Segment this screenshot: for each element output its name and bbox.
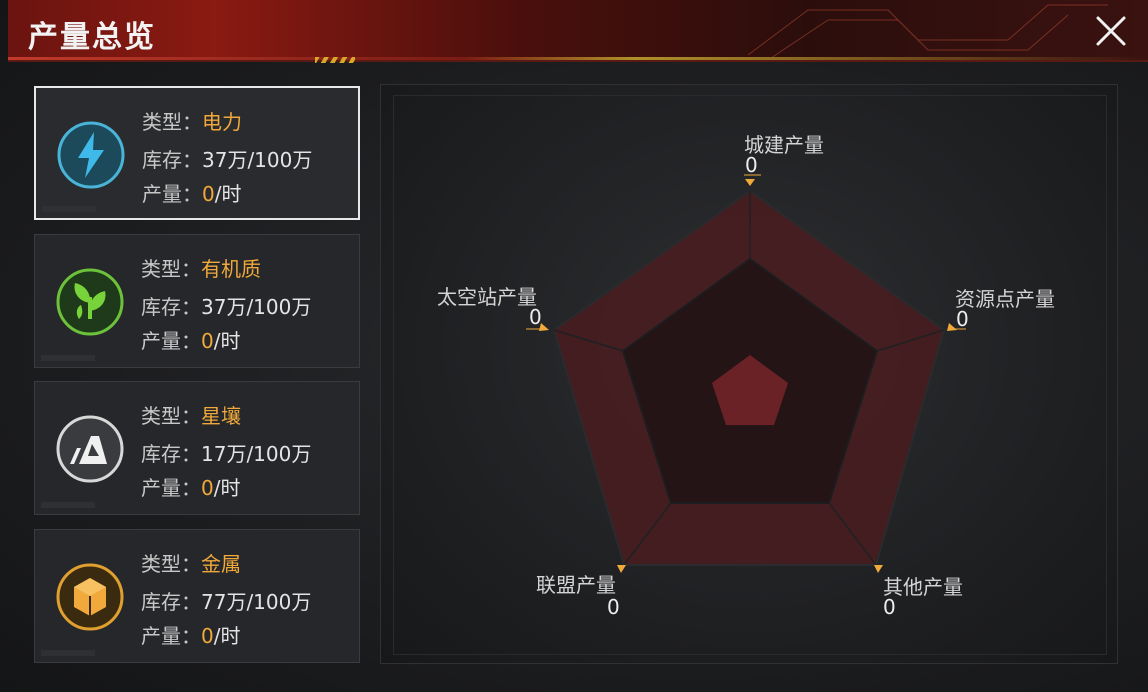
resource-output: 0: [201, 624, 214, 648]
radar-value-city: 0: [745, 153, 758, 177]
resource-name: 金属: [201, 552, 241, 576]
radar-value-alliance: 0: [607, 595, 620, 619]
axis-marker: [874, 565, 883, 573]
resource-output-row: 产量：0/时: [141, 624, 241, 648]
resource-output-row: 产量：0/时: [141, 329, 241, 353]
resource-card-metal[interactable]: 类型：金属 库存：77万/100万 产量：0/时: [34, 529, 360, 663]
resource-card-star-soil[interactable]: 类型：星壤 库存：17万/100万 产量：0/时: [34, 381, 360, 515]
lightning-icon: [57, 121, 125, 189]
resource-type-row: 类型：星壤: [141, 404, 241, 428]
radar-label-space-station: 太空站产量: [437, 285, 537, 309]
leaf-icon: [56, 268, 124, 336]
axis-marker: [745, 179, 755, 186]
resource-stock: 37万/100万: [201, 295, 312, 319]
radar-panel: 城建产量 0 资源点产量 0 其他产量 0 联盟产量 0 太空站产量 0: [380, 84, 1118, 664]
production-overview-window: 产量总览 类型：电力 库存：37万/100万 产量：0/时 类型：有机质 库存：…: [0, 0, 1148, 692]
card-tag: [42, 206, 96, 212]
resource-output: 0: [201, 329, 214, 353]
axis-marker: [617, 565, 626, 573]
hazard-stripe: [315, 57, 355, 63]
page-title: 产量总览: [28, 20, 156, 55]
resource-stock: 17万/100万: [201, 442, 312, 466]
title-bar: 产量总览: [8, 0, 1148, 62]
resource-type-row: 类型：电力: [142, 110, 242, 134]
resource-output: 0: [202, 182, 215, 206]
resource-output-row: 产量：0/时: [142, 182, 242, 206]
radar-value-space-station: 0: [529, 305, 542, 329]
resource-card-power[interactable]: 类型：电力 库存：37万/100万 产量：0/时: [34, 86, 360, 220]
radar-value-other: 0: [883, 595, 896, 619]
resource-type-row: 类型：有机质: [141, 257, 261, 281]
radar-label-alliance: 联盟产量: [536, 573, 616, 597]
resource-card-organic[interactable]: 类型：有机质 库存：37万/100万 产量：0/时: [34, 234, 360, 368]
metal-cube-icon: [56, 563, 124, 631]
close-icon[interactable]: [1094, 14, 1128, 48]
resource-stock-row: 库存：77万/100万: [141, 590, 312, 614]
resource-name: 星壤: [201, 404, 241, 428]
card-tag: [41, 650, 95, 656]
header-decoration: [748, 4, 1108, 60]
resource-stock: 37万/100万: [202, 148, 313, 172]
resource-type-row: 类型：金属: [141, 552, 241, 576]
resource-stock-row: 库存：17万/100万: [141, 442, 312, 466]
resource-output: 0: [201, 476, 214, 500]
card-tag: [41, 502, 95, 508]
radar-label-resource-point: 资源点产量: [955, 287, 1055, 311]
resource-output-row: 产量：0/时: [141, 476, 241, 500]
resource-name: 有机质: [201, 257, 261, 281]
resource-name: 电力: [202, 110, 242, 134]
star-soil-icon: [56, 415, 124, 483]
radar-value-resource-point: 0: [956, 307, 969, 331]
card-tag: [41, 355, 95, 361]
resource-stock: 77万/100万: [201, 590, 312, 614]
resource-stock-row: 库存：37万/100万: [142, 148, 313, 172]
resource-stock-row: 库存：37万/100万: [141, 295, 312, 319]
